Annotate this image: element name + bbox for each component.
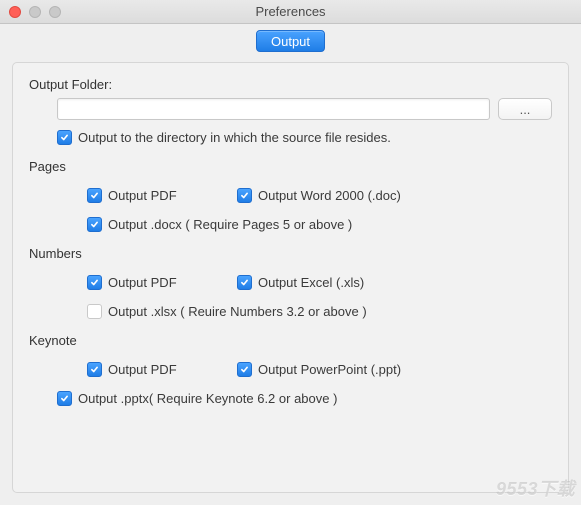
pages-docx-checkbox[interactable] — [87, 217, 102, 232]
tab-output[interactable]: Output — [256, 30, 325, 52]
numbers-xls-label: Output Excel (.xls) — [258, 275, 364, 290]
numbers-xls-checkbox[interactable] — [237, 275, 252, 290]
output-folder-input[interactable] — [57, 98, 490, 120]
keynote-ppt-label: Output PowerPoint (.ppt) — [258, 362, 401, 377]
pages-doc-checkbox[interactable] — [237, 188, 252, 203]
close-icon[interactable] — [9, 6, 21, 18]
window-controls — [0, 6, 61, 18]
preferences-window: Preferences Output Output Folder: ... Ou… — [0, 0, 581, 505]
keynote-ppt-checkbox[interactable] — [237, 362, 252, 377]
keynote-pdf-checkbox[interactable] — [87, 362, 102, 377]
pages-pdf-label: Output PDF — [108, 188, 177, 203]
keynote-pdf-label: Output PDF — [108, 362, 177, 377]
same-dir-checkbox[interactable] — [57, 130, 72, 145]
keynote-header: Keynote — [29, 333, 552, 348]
pages-doc-label: Output Word 2000 (.doc) — [258, 188, 401, 203]
toolbar: Output — [0, 24, 581, 56]
keynote-pptx-label: Output .pptx( Require Keynote 6.2 or abo… — [78, 391, 337, 406]
numbers-header: Numbers — [29, 246, 552, 261]
maximize-icon[interactable] — [49, 6, 61, 18]
numbers-pdf-label: Output PDF — [108, 275, 177, 290]
browse-button[interactable]: ... — [498, 98, 552, 120]
content-pane: Output Folder: ... Output to the directo… — [12, 62, 569, 493]
output-folder-label: Output Folder: — [29, 77, 552, 92]
numbers-xlsx-checkbox[interactable] — [87, 304, 102, 319]
pages-pdf-checkbox[interactable] — [87, 188, 102, 203]
same-dir-label: Output to the directory in which the sou… — [78, 130, 391, 145]
window-title: Preferences — [0, 4, 581, 19]
numbers-pdf-checkbox[interactable] — [87, 275, 102, 290]
numbers-xlsx-label: Output .xlsx ( Reuire Numbers 3.2 or abo… — [108, 304, 367, 319]
pages-docx-label: Output .docx ( Require Pages 5 or above … — [108, 217, 352, 232]
titlebar: Preferences — [0, 0, 581, 24]
keynote-pptx-checkbox[interactable] — [57, 391, 72, 406]
pages-header: Pages — [29, 159, 552, 174]
minimize-icon[interactable] — [29, 6, 41, 18]
